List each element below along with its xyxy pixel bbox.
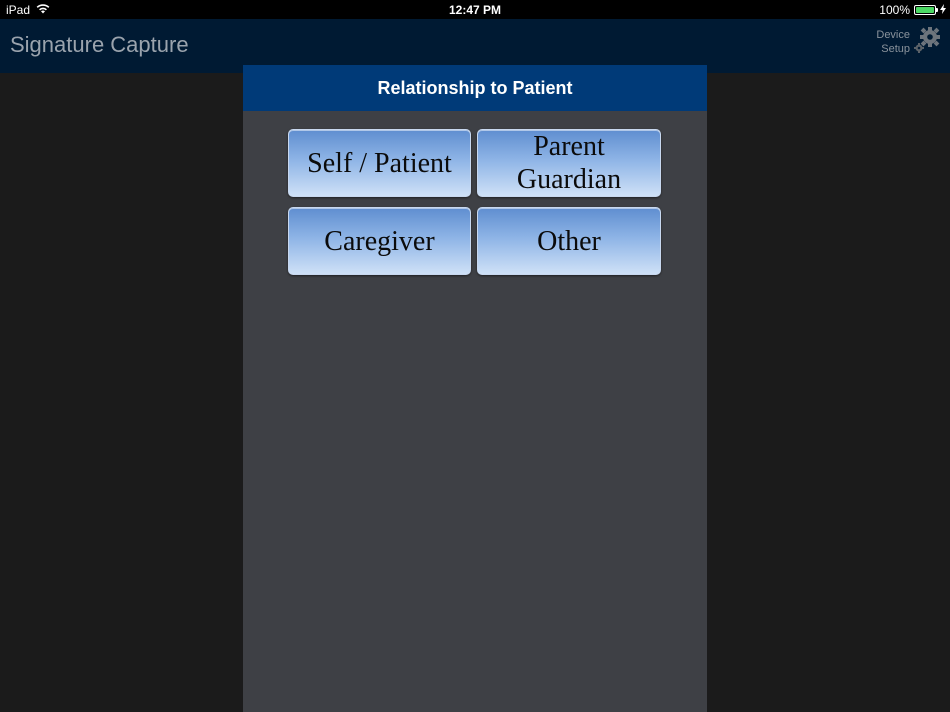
status-right: 100% [879, 3, 946, 17]
status-time: 12:47 PM [448, 3, 502, 17]
other-label: Other [537, 225, 601, 257]
battery-level-fill [916, 7, 934, 13]
charging-icon [940, 3, 946, 17]
parent-guardian-label-line1: Parent [533, 131, 605, 162]
battery-icon [914, 5, 938, 15]
device-setup-line2: Setup [881, 42, 910, 55]
self-patient-label: Self / Patient [307, 147, 452, 179]
device-setup-button[interactable]: Device Setup [876, 25, 942, 58]
device-setup-label: Device Setup [876, 28, 910, 56]
battery-percent: 100% [879, 3, 910, 17]
other-button[interactable]: Other [477, 207, 661, 275]
gear-icon [912, 25, 942, 58]
caregiver-label: Caregiver [324, 225, 435, 257]
modal-title: Relationship to Patient [243, 65, 707, 111]
caregiver-button[interactable]: Caregiver [288, 207, 471, 275]
device-setup-line1: Device [876, 28, 910, 41]
status-bar: iPad 12:47 PM 100% [0, 0, 950, 19]
parent-guardian-button[interactable]: Parent Guardian [477, 129, 661, 197]
relationship-modal: Relationship to Patient Self / Patient P… [243, 65, 707, 712]
parent-guardian-label-line2: Guardian [516, 164, 622, 195]
battery-cap [936, 8, 938, 12]
app-title: Signature Capture [10, 32, 189, 57]
relationship-options: Self / Patient Parent Guardian Caregiver… [288, 129, 661, 275]
self-patient-button[interactable]: Self / Patient [288, 129, 471, 197]
